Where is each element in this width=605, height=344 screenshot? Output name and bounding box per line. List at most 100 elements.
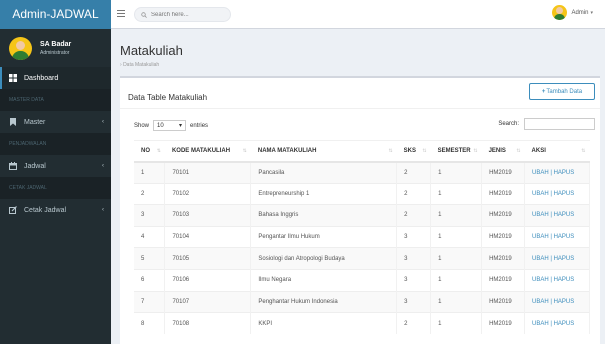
avatar xyxy=(9,36,32,60)
table-cell: 3 xyxy=(396,290,432,313)
sort-icon: ⇅ xyxy=(473,148,478,154)
show-label: Show xyxy=(134,122,150,129)
table-cell: 3 xyxy=(396,225,432,248)
sidebar: Admin-JADWAL SA Badar Administrator Dash… xyxy=(0,0,111,344)
table-cell: 3 xyxy=(396,268,432,292)
sidebar-item-jadwal[interactable]: Jadwal ‹ xyxy=(0,155,111,177)
sidebar-item-label: Master xyxy=(24,118,46,126)
sort-icon: ⇅ xyxy=(516,148,521,154)
table-cell: 6 xyxy=(134,268,166,292)
table-cell: 70108 xyxy=(164,312,252,335)
sidebar-item-cetak-jadwal[interactable]: Cetak Jadwal ‹ xyxy=(0,199,111,221)
sort-icon: ⇅ xyxy=(388,148,393,154)
table-row: 5 70105 Sosiologi dan Atropologi Budaya 3 1 H… xyxy=(134,247,590,270)
add-data-button[interactable]: + Tambah Data xyxy=(529,83,595,100)
bookmark-icon xyxy=(10,118,16,126)
chevron-left-icon: ‹ xyxy=(102,119,104,125)
table-cell: 2 xyxy=(396,161,432,184)
menu-header-master: MASTER DATA xyxy=(0,89,111,111)
sidebar-item-master[interactable]: Master ‹ xyxy=(0,111,111,133)
entries-select[interactable]: 10 ▾ xyxy=(153,120,187,131)
user-role: Administrator xyxy=(40,49,70,56)
table-cell: 4 xyxy=(134,225,166,248)
table-cell: 70104 xyxy=(164,225,252,248)
column-header[interactable]: AKSI ⇅ xyxy=(524,140,590,163)
column-header[interactable]: KODE MATAKULIAH ⇅ xyxy=(164,140,251,163)
sort-icon: ⇅ xyxy=(242,148,247,154)
chevron-down-icon: ▾ xyxy=(179,123,183,129)
user-menu[interactable]: Admin ▾ xyxy=(552,5,593,20)
table-cell[interactable]: UBAH | HAPUS xyxy=(524,204,590,227)
table-cell: HM2019 xyxy=(481,247,526,270)
table-row: 1 70101 Pancasila 2 1 HM2019 UBAH | HAPUS xyxy=(134,161,590,184)
table-cell: Sosiologi dan Atropologi Budaya xyxy=(250,247,398,270)
column-header[interactable]: JENIS ⇅ xyxy=(481,140,525,163)
table-cell: Pancasila xyxy=(250,161,398,184)
table-cell: 1 xyxy=(430,182,483,205)
table-cell[interactable]: UBAH | HAPUS xyxy=(524,225,590,248)
breadcrumb: › Data Matakuliah xyxy=(120,62,159,68)
column-header[interactable]: SKS ⇅ xyxy=(396,140,431,163)
table-cell[interactable]: UBAH | HAPUS xyxy=(524,247,590,270)
calendar-icon xyxy=(9,162,17,170)
table-row: 8 70108 KKPI 2 1 HM2019 UBAH | HAPUS xyxy=(134,312,590,335)
table-cell: 7 xyxy=(134,290,166,313)
sidebar-item-label: Jadwal xyxy=(24,162,46,170)
table-cell: HM2019 xyxy=(481,161,526,184)
table-cell: 8 xyxy=(134,312,166,335)
table-cell: HM2019 xyxy=(481,225,526,248)
table-cell: 2 xyxy=(396,182,432,205)
table-search-input[interactable] xyxy=(524,118,595,130)
main-content: Matakuliah › Data Matakuliah Data Table … xyxy=(111,29,605,344)
menu-toggle-icon[interactable] xyxy=(117,10,125,18)
column-header[interactable]: SEMESTER ⇅ xyxy=(430,140,482,163)
search-icon xyxy=(141,11,147,18)
table-cell: 3 xyxy=(134,204,166,227)
table-row: 2 70102 Entrepreneurship 1 2 1 HM2019 UBAH | H… xyxy=(134,182,590,205)
table-row: 7 70107 Penghantar Hukum Indonesia 3 1 HM2019… xyxy=(134,290,590,313)
table-search-label: Search: xyxy=(498,121,519,127)
column-header[interactable]: NO ⇅ xyxy=(134,140,165,163)
sidebar-item-dashboard[interactable]: Dashboard xyxy=(0,67,111,89)
table-cell[interactable]: UBAH | HAPUS xyxy=(524,290,590,313)
table-cell: Ilmu Negara xyxy=(250,268,398,292)
edit-icon xyxy=(9,206,17,214)
table-cell: 70101 xyxy=(164,161,252,184)
table-row: 6 70106 Ilmu Negara 3 1 HM2019 UBAH | HAPUS xyxy=(134,268,590,292)
topbar: Admin ▾ xyxy=(111,0,605,29)
brand-logo[interactable]: Admin-JADWAL xyxy=(0,0,111,29)
column-header[interactable]: NAMA MATAKULIAH ⇅ xyxy=(250,140,397,163)
menu-header-cetak: CETAK JADWAL xyxy=(0,177,111,199)
entries-label: entries xyxy=(190,122,209,129)
breadcrumb-item[interactable]: Data Matakuliah xyxy=(123,62,159,68)
table-cell: 2 xyxy=(396,204,432,227)
table-cell: 2 xyxy=(396,312,432,335)
sort-icon: ⇅ xyxy=(581,148,586,154)
table-cell: 70105 xyxy=(164,247,252,270)
data-box: Data Table Matakuliah + Tambah Data Show … xyxy=(120,76,600,344)
table-cell[interactable]: UBAH | HAPUS xyxy=(524,182,590,205)
table-cell[interactable]: UBAH | HAPUS xyxy=(524,312,590,335)
page-title: Matakuliah xyxy=(120,43,183,58)
chevron-down-icon: ▾ xyxy=(590,9,593,16)
user-panel: SA Badar Administrator xyxy=(0,29,111,67)
matakuliah-table: NO ⇅ KODE MATAKULIAH ⇅ NAMA MATAKULIAH ⇅ SK… xyxy=(134,140,590,335)
avatar xyxy=(552,5,568,20)
table-cell: KKPI xyxy=(250,312,398,335)
table-cell[interactable]: UBAH | HAPUS xyxy=(524,268,590,292)
table-cell: Pengantar Ilmu Hukum xyxy=(250,225,398,248)
table-cell: HM2019 xyxy=(481,204,526,227)
table-cell: 5 xyxy=(134,247,166,270)
search-bar[interactable] xyxy=(134,7,231,22)
table-cell: Penghantar Hukum Indonesia xyxy=(250,290,398,313)
table-cell: HM2019 xyxy=(481,268,526,292)
chevron-left-icon: ‹ xyxy=(102,207,104,213)
sidebar-item-label: Cetak Jadwal xyxy=(24,206,67,214)
table-cell: 2 xyxy=(134,182,166,205)
table-cell[interactable]: UBAH | HAPUS xyxy=(524,161,590,184)
search-input[interactable] xyxy=(151,11,221,18)
table-cell: 1 xyxy=(430,290,483,313)
user-name: SA Badar xyxy=(40,40,72,48)
table-cell: 1 xyxy=(430,247,483,270)
dashboard-icon xyxy=(9,74,17,82)
